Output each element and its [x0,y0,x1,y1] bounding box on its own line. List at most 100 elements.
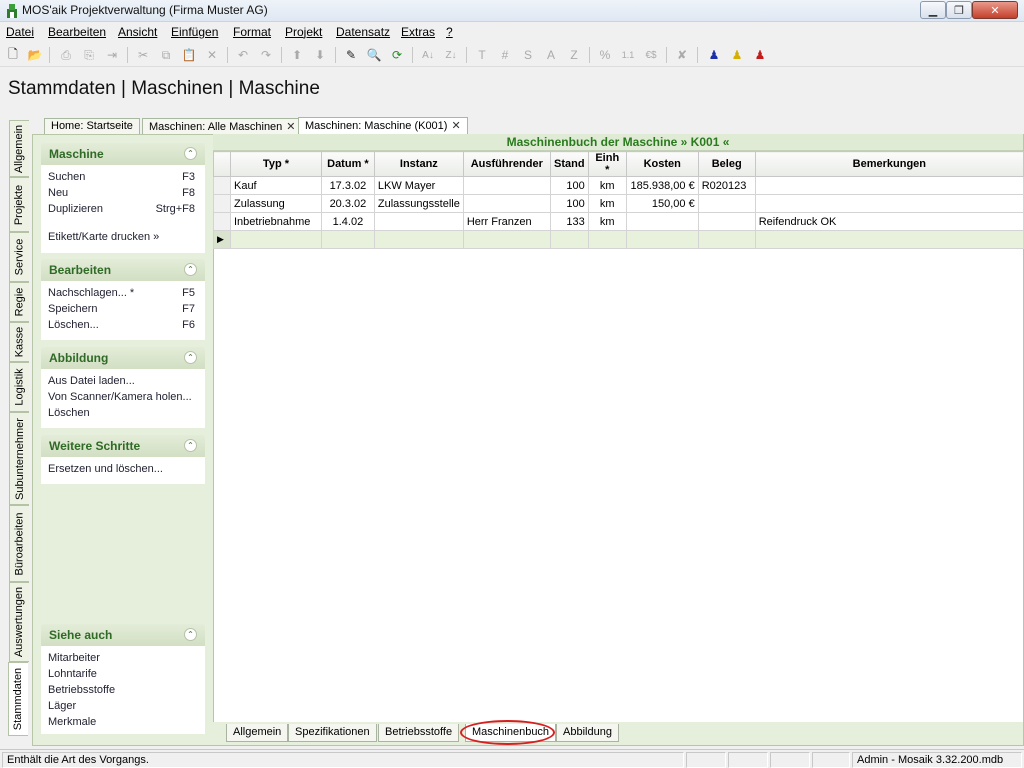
col-header-instanz[interactable]: Instanz [373,151,464,177]
cell-einh[interactable]: km [587,176,627,195]
cell-bemerkungen[interactable] [754,176,1024,195]
cell-new[interactable] [229,230,322,249]
side-tab-regie[interactable]: Regie [9,282,29,322]
cell-new[interactable] [320,230,375,249]
text-A-icon[interactable]: A [542,46,560,64]
currency-icon[interactable]: €$ [642,46,660,64]
collapse-icon[interactable]: ⌃ [184,351,197,364]
collapse-icon[interactable]: ⌃ [184,439,197,452]
col-header-stand[interactable]: Stand [549,151,589,177]
action-nachschlagen[interactable]: Nachschlagen... * [48,287,134,299]
user-red-icon[interactable]: ♟ [751,46,769,64]
cell-ausfuehrender[interactable] [462,176,551,195]
refresh-icon[interactable]: ⟳ [388,46,406,64]
side-tab-projekte[interactable]: Projekte [9,177,29,232]
cut-icon[interactable]: ✂ [134,46,152,64]
panel-bearbeiten-header[interactable]: Bearbeiten ⌃ [41,259,205,281]
edit-icon[interactable]: ✎ [342,46,360,64]
cell-new[interactable] [754,230,1024,249]
sort-desc-icon[interactable]: Z↓ [442,46,460,64]
doc-tab-home[interactable]: Home: Startseite [44,118,140,134]
cell-typ[interactable]: Zulassung [229,194,322,213]
table-row[interactable]: Inbetriebnahme 1.4.02 Herr Franzen 133 k… [213,212,1024,231]
text-T-icon[interactable]: T [473,46,491,64]
side-tab-allgemein[interactable]: Allgemein [9,120,29,177]
side-tab-service[interactable]: Service [9,232,29,282]
close-tab-icon[interactable]: ✕ [451,120,460,132]
action-ersetzen-loeschen[interactable]: Ersetzen und löschen... [48,463,163,475]
menu-help[interactable]: ? [446,25,453,39]
panel-abbildung-header[interactable]: Abbildung ⌃ [41,347,205,369]
menu-format[interactable]: Format [233,25,271,39]
bottom-tab-abbildung[interactable]: Abbildung [556,724,619,742]
cell-new[interactable] [462,230,551,249]
bottom-tab-allgemein[interactable]: Allgemein [226,724,289,742]
move-up-icon[interactable]: ⬆ [288,46,306,64]
action-neu[interactable]: Neu [48,187,68,199]
close-window-button[interactable]: ✕ [972,1,1018,19]
new-record-row[interactable]: ▶ [213,230,1024,249]
flag-icon[interactable]: ✘ [673,46,691,64]
cell-typ[interactable]: Inbetriebnahme [229,212,322,231]
open-icon[interactable]: 📂 [26,46,44,64]
sort-asc-icon[interactable]: A↓ [419,46,437,64]
action-aus-datei-laden[interactable]: Aus Datei laden... [48,375,135,387]
collapse-icon[interactable]: ⌃ [184,263,197,276]
bottom-tab-spezifikationen[interactable]: Spezifikationen [288,724,377,742]
menu-bearbeiten[interactable]: Bearbeiten [48,25,106,39]
find-icon[interactable]: 🔍 [365,46,383,64]
col-header-einh[interactable]: Einh * [587,151,627,177]
cell-new[interactable] [697,230,756,249]
menu-ansicht[interactable]: Ansicht [118,25,157,39]
cell-new[interactable] [373,230,464,249]
action-etikett-drucken[interactable]: Etikett/Karte drucken » [48,231,159,243]
bottom-tab-betriebsstoffe[interactable]: Betriebsstoffe [378,724,460,742]
cell-kosten[interactable]: 150,00 € [625,194,699,213]
side-tab-stammdaten[interactable]: Stammdaten [8,662,28,736]
cell-new[interactable] [587,230,627,249]
cell-beleg[interactable] [697,194,756,213]
cell-typ[interactable]: Kauf [229,176,322,195]
col-header-ausfuehrender[interactable]: Ausführender [462,151,551,177]
text-Z-icon[interactable]: Z [565,46,583,64]
maximize-button[interactable]: ❐ [946,1,972,19]
doc-tab-alle-maschinen[interactable]: Maschinen: Alle Maschinen ✕ [142,118,303,134]
col-header-kosten[interactable]: Kosten [625,151,699,177]
redo-icon[interactable]: ↷ [257,46,275,64]
cell-instanz[interactable]: Zulassungsstelle [373,194,464,213]
action-speichern[interactable]: Speichern [48,303,98,315]
col-header-typ[interactable]: Typ * [229,151,322,177]
cell-instanz[interactable]: LKW Mayer [373,176,464,195]
side-tab-auswertungen[interactable]: Auswertungen [9,582,29,662]
row-indicator[interactable] [213,176,231,195]
row-indicator[interactable] [213,194,231,213]
side-tab-kasse[interactable]: Kasse [9,322,29,362]
menu-projekt[interactable]: Projekt [285,25,322,39]
side-tab-subunternehmer[interactable]: Subunternehmer [9,412,29,505]
cell-stand[interactable]: 100 [549,194,589,213]
link-lohntarife[interactable]: Lohntarife [48,668,97,680]
collapse-icon[interactable]: ⌃ [184,628,197,641]
cell-kosten[interactable] [625,212,699,231]
user-blue-icon[interactable]: ♟ [705,46,723,64]
menu-datensatz[interactable]: Datensatz [336,25,390,39]
row-indicator[interactable] [213,212,231,231]
close-tab-icon[interactable]: ✕ [286,121,295,133]
current-row-arrow-icon[interactable]: ▶ [213,230,231,249]
menu-extras[interactable]: Extras [401,25,435,39]
cell-new[interactable] [549,230,589,249]
percent-icon[interactable]: % [596,46,614,64]
cell-ausfuehrender[interactable] [462,194,551,213]
export-icon[interactable]: ⇥ [103,46,121,64]
cell-bemerkungen[interactable] [754,194,1024,213]
cell-stand[interactable]: 100 [549,176,589,195]
cell-einh[interactable]: km [587,194,627,213]
cell-einh[interactable]: km [587,212,627,231]
col-header-beleg[interactable]: Beleg [697,151,756,177]
collapse-icon[interactable]: ⌃ [184,147,197,160]
delete-icon[interactable]: ✕ [203,46,221,64]
undo-icon[interactable]: ↶ [234,46,252,64]
cell-instanz[interactable] [373,212,464,231]
panel-siehe-auch-header[interactable]: Siehe auch ⌃ [41,624,205,646]
table-row[interactable]: Zulassung 20.3.02 Zulassungsstelle 100 k… [213,194,1024,213]
